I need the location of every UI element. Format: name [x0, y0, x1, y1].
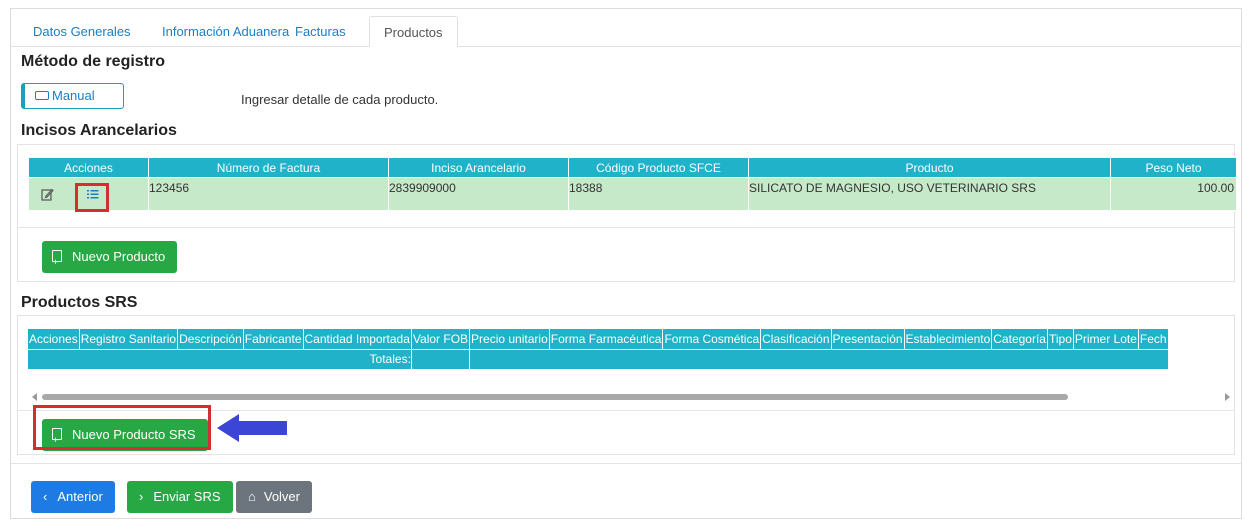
footer-divider — [11, 463, 1241, 464]
incisos-title: Incisos Arancelarios — [21, 122, 177, 139]
scroll-thumb[interactable] — [42, 394, 1068, 400]
col-cantidad-importada: Cantidad Importada — [303, 329, 412, 350]
col-producto: Producto — [748, 157, 1111, 178]
col-primer-lote: Primer Lote — [1073, 329, 1139, 350]
scroll-left-icon[interactable] — [32, 393, 37, 401]
col-numero-factura: Número de Factura — [148, 157, 389, 178]
highlight-list-icon — [75, 183, 109, 212]
col-precio-unitario: Precio unitario — [469, 329, 550, 350]
home-icon: ⌂ — [248, 489, 256, 504]
col-fabricante: Fabricante — [243, 329, 304, 350]
col-clasificacion: Clasificación — [760, 329, 832, 350]
col-establecimiento: Establecimiento — [904, 329, 993, 350]
col-descripcion: Descripción — [177, 329, 244, 350]
cell-producto: SILICATO DE MAGNESIO, USO VETERINARIO SR… — [748, 177, 1111, 211]
anterior-button[interactable]: ‹ Anterior — [31, 481, 115, 513]
cell-factura: 123456 — [148, 177, 389, 211]
col-registro-sanitario: Registro Sanitario — [79, 329, 179, 350]
incisos-table: Acciones Número de Factura Inciso Arance… — [28, 157, 1237, 211]
productos-srs-title: Productos SRS — [21, 294, 138, 311]
nuevo-producto-button[interactable]: Nuevo Producto — [42, 241, 178, 278]
col-presentacion: Presentación — [831, 329, 905, 350]
col-tipo: Tipo — [1047, 329, 1074, 350]
scroll-right-icon[interactable] — [1225, 393, 1230, 401]
cell-peso: 100.00 — [1110, 177, 1237, 211]
divider — [18, 227, 1234, 228]
col-forma-cosmetica: Forma Cosmética — [662, 329, 762, 350]
totales-label: Totales: — [28, 349, 412, 369]
table-row: 123456 2839909000 18388 SILICATO DE MAGN… — [28, 177, 1237, 211]
pointer-arrow-icon — [217, 414, 287, 442]
tab-facturas[interactable]: Facturas — [281, 16, 360, 47]
main-frame: Datos Generales Información Aduanera Fac… — [10, 8, 1242, 519]
srs-table: Acciones Registro Sanitario Descripción … — [28, 329, 1169, 369]
edit-icon[interactable] — [41, 188, 54, 201]
tab-datos-generales[interactable]: Datos Generales — [19, 16, 145, 47]
totales-row: Totales: — [28, 349, 1169, 369]
enviar-srs-button[interactable]: › Enviar SRS — [127, 481, 233, 513]
tab-bar: Datos Generales Información Aduanera Fac… — [11, 9, 1241, 47]
chevron-left-icon: ‹ — [43, 489, 48, 504]
volver-button[interactable]: ⌂ Volver — [236, 481, 312, 513]
manual-label: Manual — [52, 88, 95, 103]
manual-button[interactable]: Manual — [21, 83, 124, 109]
col-categoria: Categoría — [991, 329, 1048, 350]
tab-productos[interactable]: Productos — [369, 16, 458, 47]
col-acciones: Acciones — [28, 329, 80, 350]
col-forma-farmaceutica: Forma Farmacéutica — [549, 329, 664, 350]
add-file-icon — [52, 246, 62, 278]
col-fecha: Fech — [1138, 329, 1169, 350]
tab-informacion-aduanera[interactable]: Información Aduanera — [148, 16, 303, 47]
col-valor-fob: Valor FOB — [411, 329, 471, 350]
col-peso-neto: Peso Neto — [1110, 157, 1237, 178]
volver-label: Volver — [263, 489, 300, 504]
chevron-right-icon: › — [139, 489, 144, 504]
horizontal-scrollbar[interactable] — [32, 392, 1232, 402]
col-codigo-producto: Código Producto SFCE — [568, 157, 749, 178]
enviar-srs-label: Enviar SRS — [153, 489, 221, 504]
cell-inciso: 2839909000 — [388, 177, 569, 211]
highlight-nuevo-producto-srs — [33, 405, 211, 450]
incisos-panel: Acciones Número de Factura Inciso Arance… — [17, 144, 1237, 282]
totales-valor-fob — [411, 349, 471, 369]
nuevo-producto-label: Nuevo Producto — [72, 249, 166, 264]
srs-table-wrap: Acciones Registro Sanitario Descripción … — [28, 329, 1236, 374]
cell-codigo: 18388 — [568, 177, 749, 211]
metodo-title: Método de registro — [21, 53, 166, 70]
col-acciones: Acciones — [28, 157, 149, 178]
anterior-label: Anterior — [57, 489, 103, 504]
totales-rest — [469, 349, 1169, 369]
keyboard-icon — [35, 91, 49, 100]
col-inciso-arancelario: Inciso Arancelario — [388, 157, 569, 178]
metodo-hint: Ingresar detalle de cada producto. — [241, 92, 439, 107]
